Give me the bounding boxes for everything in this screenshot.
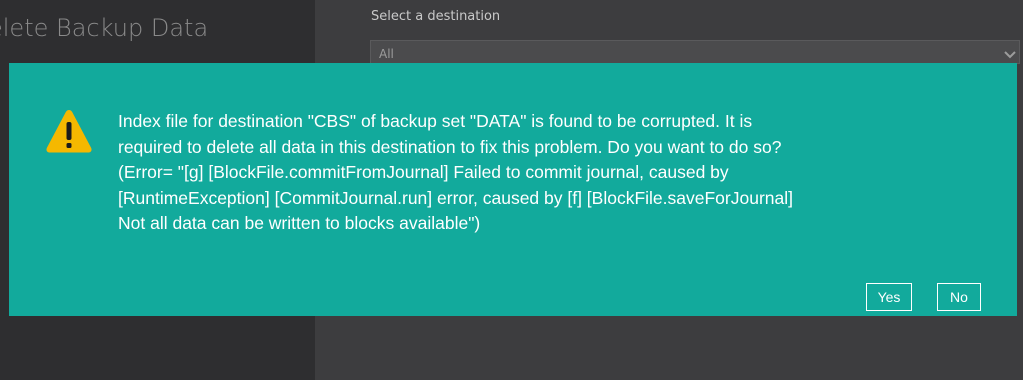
no-button[interactable]: No [937, 283, 981, 311]
warning-icon [46, 110, 92, 153]
dialog-message-line: Not all data can be written to blocks av… [118, 213, 481, 233]
app-window: elete Backup Data Select a destination A… [0, 0, 1023, 380]
yes-button[interactable]: Yes [866, 283, 912, 311]
confirmation-dialog: Index file for destination "CBS" of back… [9, 63, 1017, 316]
dialog-message-line: [RuntimeException] [CommitJournal.run] e… [118, 187, 793, 208]
destination-select[interactable]: All [370, 40, 1020, 64]
dialog-message-line: Index file for destination "CBS" of back… [118, 111, 753, 131]
destination-select-value: All [379, 47, 394, 61]
dialog-message-line: (Error= "[g] [BlockFile.commitFromJourna… [118, 162, 729, 182]
dialog-message-line: required to delete all data in this dest… [118, 136, 782, 157]
chevron-down-icon [1004, 51, 1016, 59]
dialog-message: Index file for destination "CBS" of back… [118, 109, 963, 237]
panel-title: elete Backup Data [0, 14, 209, 42]
destination-label: Select a destination [371, 9, 501, 24]
